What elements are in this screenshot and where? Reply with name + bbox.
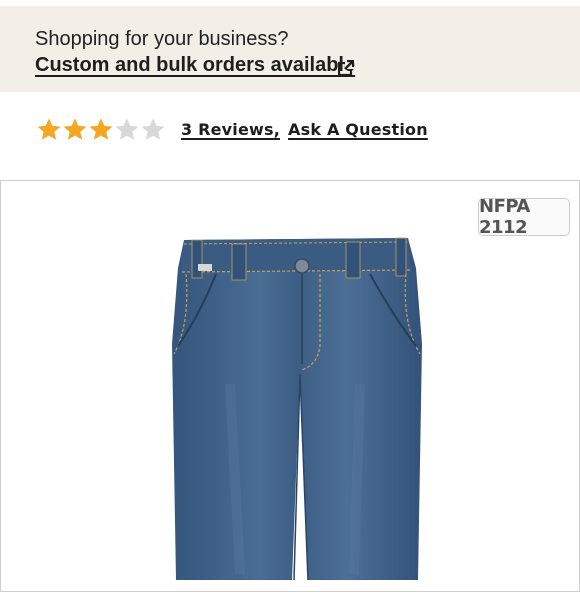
bulk-orders-link[interactable]: Custom and bulk orders available xyxy=(35,54,355,77)
ask-question-link[interactable]: Ask A Question xyxy=(288,120,428,139)
review-links: 3 Reviews, Ask A Question xyxy=(181,120,428,139)
star-filled-icon xyxy=(37,118,61,140)
business-prompt: Shopping for your business? xyxy=(35,28,289,50)
star-empty-icon xyxy=(141,118,165,140)
star-empty-icon xyxy=(115,118,139,140)
jeans-product-image[interactable] xyxy=(170,234,432,580)
star-rating[interactable] xyxy=(36,116,166,144)
star-filled-icon xyxy=(89,118,113,140)
external-link-icon[interactable] xyxy=(338,60,354,76)
reviews-link[interactable]: 3 Reviews, xyxy=(181,120,280,139)
star-filled-icon xyxy=(63,118,87,140)
nfpa-badge: NFPA 2112 xyxy=(478,196,570,238)
business-banner: Shopping for your business? xyxy=(0,6,580,92)
